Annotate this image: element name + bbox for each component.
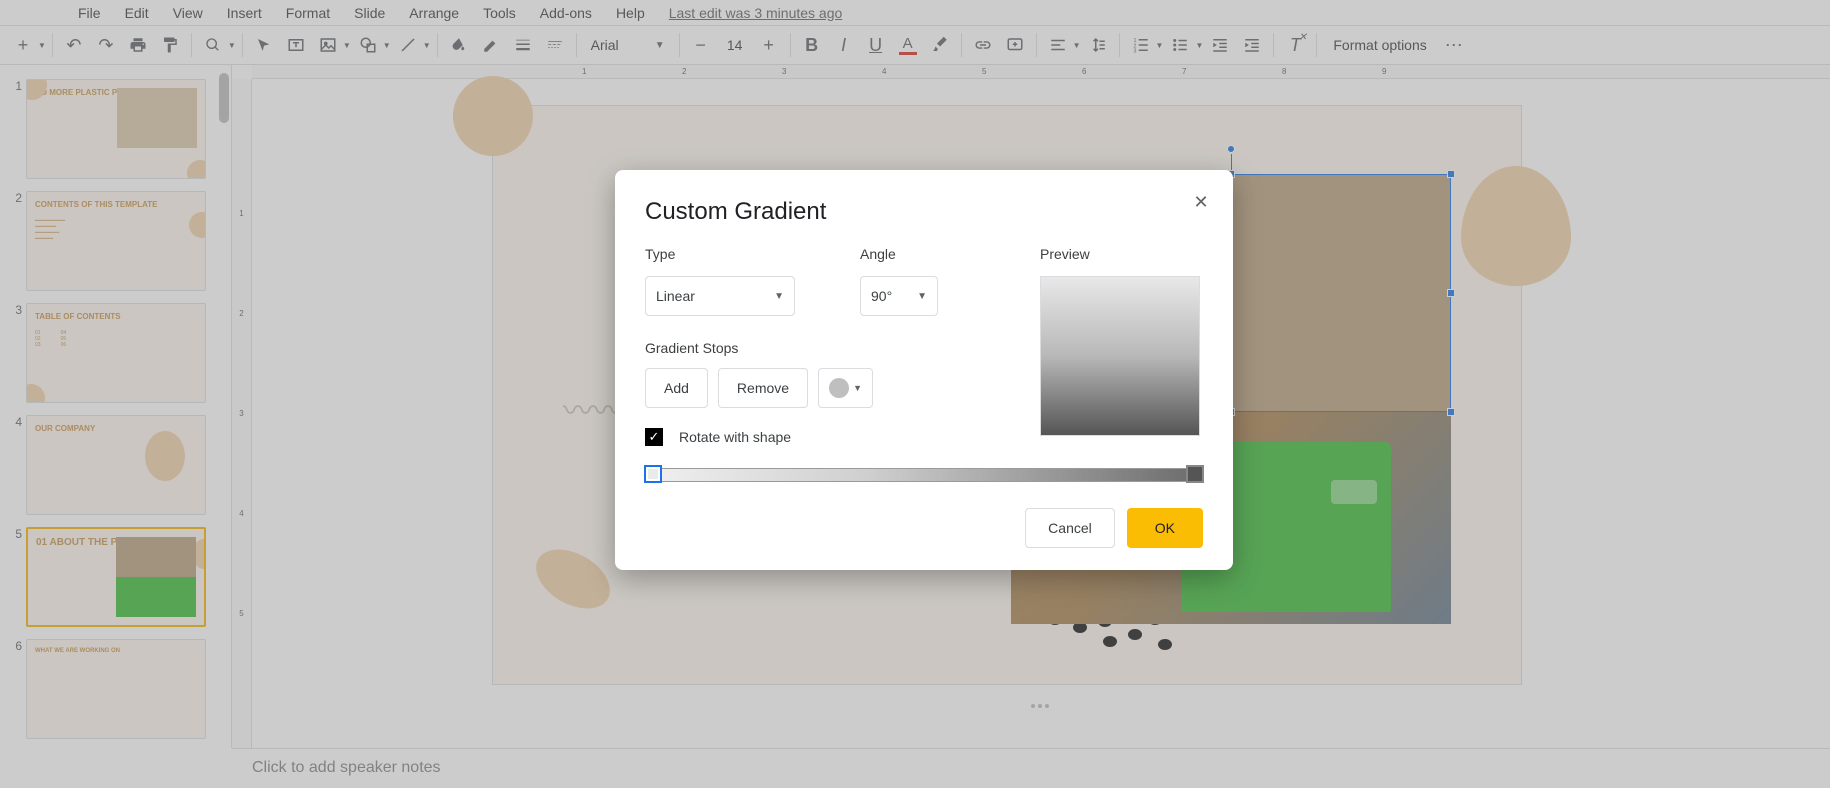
rotate-with-shape-checkbox[interactable]: ✓	[645, 428, 663, 446]
stop-color-picker[interactable]: ▼	[818, 368, 873, 408]
gradient-stop-handle[interactable]	[1186, 465, 1204, 483]
gradient-angle-select[interactable]: 90° ▼	[860, 276, 938, 316]
close-icon: ✕	[1193, 192, 1208, 213]
ok-button[interactable]: OK	[1127, 508, 1203, 548]
dialog-title: Custom Gradient	[645, 198, 1203, 226]
cancel-button[interactable]: Cancel	[1025, 508, 1115, 548]
preview-label: Preview	[1040, 246, 1200, 262]
custom-gradient-dialog: ✕ Custom Gradient Type Linear ▼ Angle 90…	[615, 170, 1233, 570]
chevron-down-icon: ▼	[917, 291, 927, 302]
chevron-down-icon: ▼	[774, 291, 784, 302]
color-swatch-icon	[829, 378, 849, 398]
add-stop-button[interactable]: Add	[645, 368, 708, 408]
gradient-stop-handle[interactable]	[644, 465, 662, 483]
gradient-type-select[interactable]: Linear ▼	[645, 276, 795, 316]
remove-stop-button[interactable]: Remove	[718, 368, 808, 408]
close-button[interactable]: ✕	[1189, 190, 1213, 214]
angle-label: Angle	[860, 246, 1040, 262]
chevron-down-icon: ▼	[853, 383, 862, 393]
gradient-preview	[1040, 276, 1200, 436]
rotate-with-shape-label: Rotate with shape	[679, 429, 791, 445]
type-label: Type	[645, 246, 860, 262]
gradient-slider[interactable]	[645, 468, 1203, 482]
